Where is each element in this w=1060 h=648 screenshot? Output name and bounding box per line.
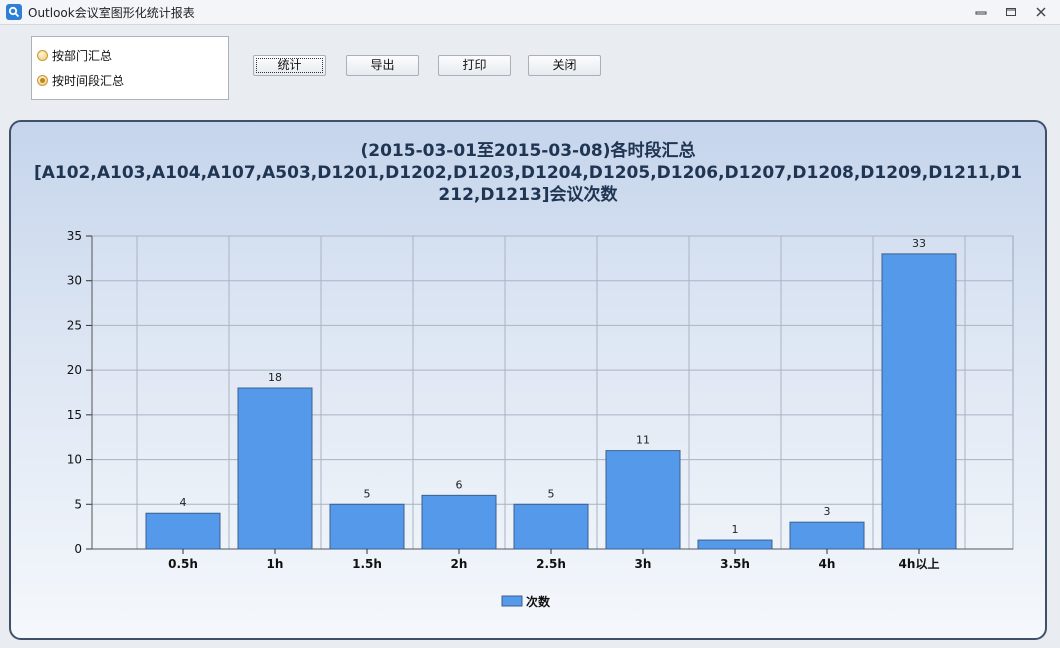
app-search-icon [6,4,22,20]
y-tick-label: 10 [67,453,82,467]
data-label: 4 [180,496,187,509]
maximize-button[interactable] [1000,4,1022,20]
y-tick-label: 20 [67,363,82,377]
radio-by-department[interactable]: 按部门汇总 [37,46,112,64]
print-button[interactable]: 打印 [438,55,511,76]
data-label: 33 [912,237,926,250]
x-tick-label: 1h [267,557,284,571]
radio-label: 按部门汇总 [52,48,113,63]
x-tick-label: 4h [819,557,836,571]
y-tick-label: 35 [67,229,82,243]
close-window-button[interactable] [1030,4,1052,20]
bar [881,253,957,550]
data-label: 18 [268,371,282,384]
maximize-icon [1006,8,1016,16]
y-tick-label: 30 [67,274,82,288]
bar-chart: 0 5 10 15 20 25 30 35 4 0.5h 18 1h 5 1.5h 6 2h 5 2.5h 11 3h… [67,229,1014,609]
radio-by-time-period[interactable]: 按时间段汇总 [37,71,124,89]
x-tick-label: 2h [451,557,468,571]
bar [789,521,865,550]
y-tick-label: 15 [67,408,82,422]
y-tick-label: 0 [74,542,82,556]
bar [237,387,313,550]
close-icon [1036,7,1046,17]
x-tick-label: 0.5h [168,557,198,571]
chart-panel: (2015-03-01至2015-03-08)各时段汇总 [A102,A103,… [9,120,1047,640]
legend-label: 次数 [526,594,551,609]
export-button[interactable]: 导出 [346,55,419,76]
bar [513,503,589,550]
window-title: Outlook会议室图形化统计报表 [28,6,195,20]
summary-mode-group: 按部门汇总 按时间段汇总 [31,36,229,100]
x-tick-label: 3.5h [720,557,750,571]
minimize-icon [975,11,987,15]
bar [145,512,221,550]
legend-swatch [501,595,523,607]
bar [605,450,681,550]
data-label: 5 [364,487,371,500]
data-label: 6 [456,478,463,491]
window-titlebar: Outlook会议室图形化统计报表 [0,0,1060,25]
bar [697,539,773,550]
close-button[interactable]: 关闭 [528,55,601,76]
data-label: 1 [732,523,739,536]
radio-unchecked-icon [37,49,48,61]
x-tick-label: 4h以上 [899,556,940,571]
y-tick-label: 25 [67,318,82,332]
radio-label: 按时间段汇总 [52,73,125,88]
bar [421,494,497,550]
x-tick-label: 3h [635,557,652,571]
data-label: 11 [636,434,650,447]
minimize-button[interactable] [970,4,992,20]
data-label: 5 [548,487,555,500]
x-tick-label: 2.5h [536,557,566,571]
plot-area [91,235,1014,550]
radio-checked-icon [37,74,48,86]
x-tick-label: 1.5h [352,557,382,571]
y-tick-label: 5 [74,497,82,511]
statistics-button[interactable]: 统计 [253,55,326,76]
bar [329,503,405,550]
data-label: 3 [824,505,831,518]
